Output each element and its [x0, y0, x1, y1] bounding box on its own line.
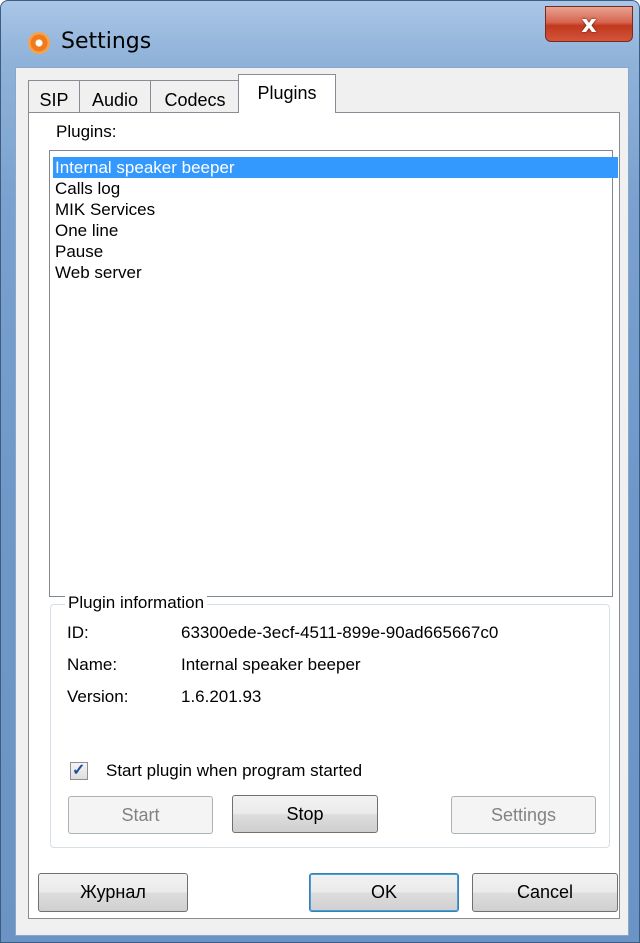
name-value: Internal speaker beeper [181, 655, 361, 674]
version-value: 1.6.201.93 [181, 687, 262, 706]
checkmark-icon: ✓ [72, 762, 86, 779]
list-item[interactable]: Calls log [53, 178, 618, 199]
close-icon: x [581, 10, 597, 38]
stop-button[interactable]: Stop [232, 795, 378, 833]
list-item[interactable]: Web server [53, 262, 618, 283]
cancel-button[interactable]: Cancel [472, 873, 618, 912]
plugin-settings-button[interactable]: Settings [451, 796, 596, 834]
list-item[interactable]: Pause [53, 241, 618, 262]
autostart-label[interactable]: Start plugin when program started [106, 761, 362, 781]
start-button[interactable]: Start [68, 796, 213, 834]
plugins-list-label: Plugins: [56, 122, 117, 141]
list-item[interactable]: One line [53, 220, 618, 241]
plugins-listbox[interactable]: Internal speaker beeper Calls log MIK Se… [49, 150, 618, 597]
journal-button[interactable]: Журнал [38, 873, 188, 912]
tab-sip[interactable]: SIP [28, 80, 80, 112]
tab-audio[interactable]: Audio [79, 80, 151, 112]
title-bar[interactable]: Settings x [1, 1, 640, 67]
id-label: ID: [67, 623, 89, 642]
id-value: 63300ede-3ecf-4511-899e-90ad665667c0 [181, 623, 499, 642]
name-label: Name: [67, 655, 118, 674]
autostart-checkbox[interactable]: ✓ [70, 762, 88, 780]
version-label: Version: [67, 687, 129, 706]
list-item[interactable]: MIK Services [53, 199, 618, 220]
close-button[interactable]: x [545, 6, 633, 42]
app-icon [28, 32, 50, 54]
tab-codecs[interactable]: Codecs [150, 80, 240, 112]
tab-plugins[interactable]: Plugins [238, 74, 336, 113]
plugin-info-title: Plugin information [65, 593, 208, 613]
list-item[interactable]: Internal speaker beeper [53, 157, 618, 178]
ok-button[interactable]: OK [309, 873, 459, 912]
window-title: Settings [61, 29, 152, 54]
